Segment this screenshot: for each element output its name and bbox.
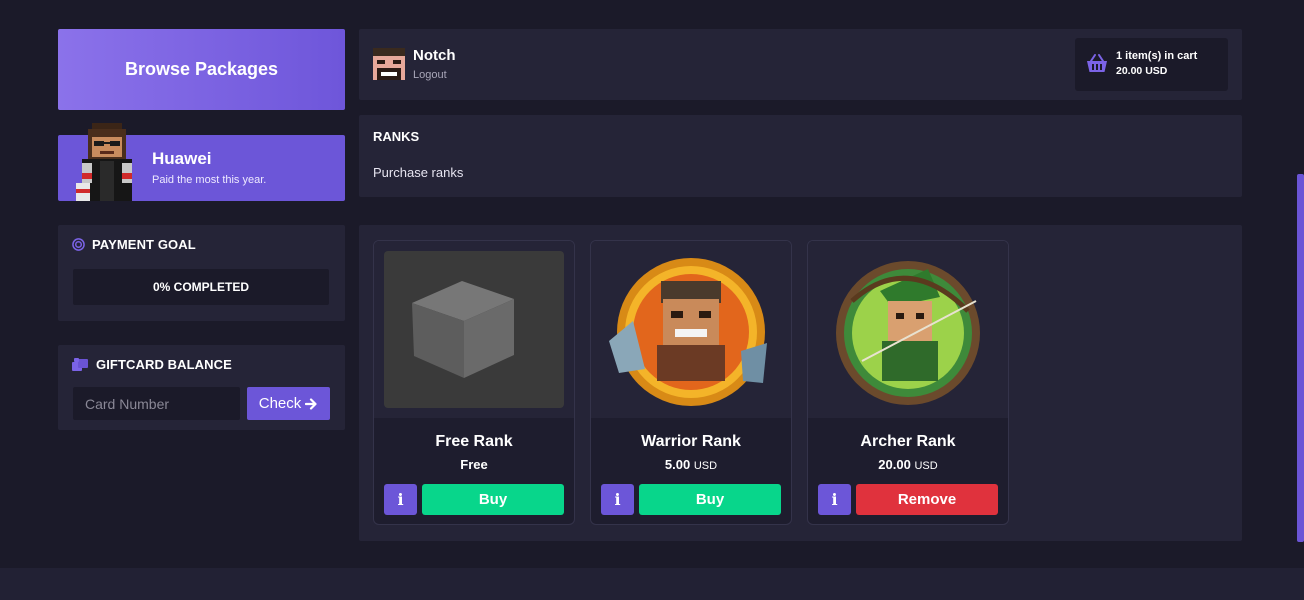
top-donor-avatar xyxy=(76,123,132,201)
card-number-input[interactable] xyxy=(73,387,240,420)
package-info-button[interactable]: i xyxy=(601,484,634,515)
warrior-emblem-image xyxy=(609,258,767,406)
package-info-button[interactable]: i xyxy=(818,484,851,515)
giftcard-panel: GIFTCARD BALANCE Check xyxy=(58,345,345,430)
price-value: 20.00 xyxy=(878,457,911,472)
remove-button[interactable]: Remove xyxy=(856,484,998,515)
package-card-warrior-rank: Warrior Rank 5.00 USD i Buy xyxy=(590,240,792,525)
scrollbar-thumb[interactable] xyxy=(1297,174,1304,542)
category-panel: RANKS Purchase ranks xyxy=(359,115,1242,197)
package-price: Free xyxy=(374,457,574,472)
buy-button[interactable]: Buy xyxy=(422,484,564,515)
gift-cards-icon xyxy=(72,358,88,371)
price-value: Free xyxy=(460,457,488,472)
price-currency: USD xyxy=(693,460,718,472)
cart-items-count: 1 item(s) in cart xyxy=(1116,50,1198,62)
cart-total: 20.00 USD xyxy=(1116,65,1168,77)
package-card-archer-rank: Archer Rank 20.00 USD i Remove xyxy=(807,240,1009,525)
payment-goal-label: PAYMENT GOAL xyxy=(92,237,196,252)
check-label: Check xyxy=(258,395,302,412)
package-image xyxy=(591,241,791,418)
giftcard-label: GIFTCARD BALANCE xyxy=(96,357,232,372)
arrow-right-icon xyxy=(305,397,317,410)
giftcard-title: GIFTCARD BALANCE xyxy=(72,357,232,372)
package-price: 20.00 USD xyxy=(808,457,1008,472)
top-donor-subtitle: Paid the most this year. xyxy=(152,174,267,186)
payment-goal-title: PAYMENT GOAL xyxy=(72,237,196,252)
browse-packages-button[interactable]: Browse Packages xyxy=(58,29,345,110)
package-name: Archer Rank xyxy=(860,433,956,450)
price-value: 5.00 xyxy=(664,457,691,472)
package-image xyxy=(808,241,1008,418)
category-description: Purchase ranks xyxy=(373,165,464,180)
packages-panel: Free Rank Free i Buy Warrior Rank 5.00 U… xyxy=(359,225,1242,541)
logout-link[interactable]: Logout xyxy=(413,69,447,81)
user-bar: Notch Logout 1 item(s) in cart 20.00 USD xyxy=(359,29,1242,100)
package-name: Warrior Rank xyxy=(641,433,741,450)
check-balance-button[interactable]: Check xyxy=(247,387,330,420)
footer xyxy=(0,568,1304,600)
package-info-button[interactable]: i xyxy=(384,484,417,515)
target-icon xyxy=(72,238,85,251)
package-image xyxy=(374,241,574,418)
package-card-free-rank: Free Rank Free i Buy xyxy=(373,240,575,525)
basket-icon xyxy=(1087,54,1107,72)
top-donor-card: Huawei Paid the most this year. xyxy=(58,123,345,201)
payment-goal-progress: 0% COMPLETED xyxy=(73,269,329,305)
package-price: 5.00 USD xyxy=(591,457,791,472)
user-avatar xyxy=(373,48,405,80)
box-image xyxy=(384,251,564,408)
category-title: RANKS xyxy=(373,129,420,144)
buy-button[interactable]: Buy xyxy=(639,484,781,515)
cart-widget[interactable]: 1 item(s) in cart 20.00 USD xyxy=(1075,38,1228,91)
price-currency: USD xyxy=(914,460,938,472)
archer-emblem-image xyxy=(836,261,980,405)
package-name: Free Rank xyxy=(435,433,513,450)
username: Notch xyxy=(413,47,456,64)
payment-goal-panel: PAYMENT GOAL 0% COMPLETED xyxy=(58,225,345,321)
top-donor-name: Huawei xyxy=(152,149,212,168)
